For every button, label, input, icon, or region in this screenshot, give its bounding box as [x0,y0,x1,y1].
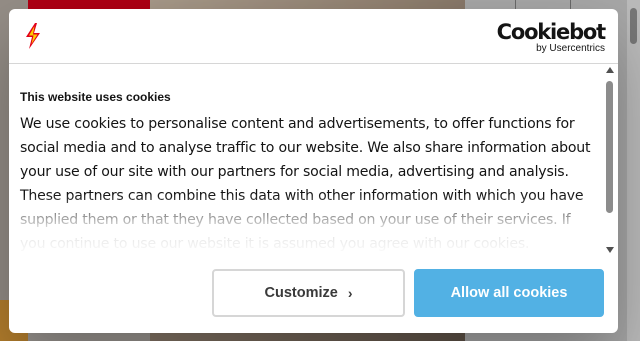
text-fade-overlay [9,194,599,256]
dialog-title: This website uses cookies [20,90,171,104]
cookiebot-logo[interactable]: Cookiebot by Usercentrics [496,20,607,55]
allow-all-button-label: Allow all cookies [450,285,568,301]
dialog-scrollbar[interactable] [605,67,615,253]
dialog-body: This website uses cookies We use cookies… [9,64,618,256]
cookie-consent-dialog: Cookiebot by Usercentrics This website u… [9,9,618,333]
customize-button-label: Customize [264,285,338,301]
allow-all-cookies-button[interactable]: Allow all cookies [414,269,604,317]
dialog-scrollbar-thumb[interactable] [606,81,613,213]
scroll-down-arrow-icon[interactable] [606,247,614,253]
customize-button[interactable]: Customize › [212,269,405,317]
scroll-up-arrow-icon[interactable] [606,67,614,73]
cookiebot-wordmark: Cookiebot [496,20,607,44]
chevron-right-icon: › [347,285,353,301]
dialog-footer: Customize › Allow all cookies [9,257,618,333]
cookiebot-byline: by Usercentrics [536,43,605,54]
lightning-bolt-icon [26,23,40,49]
dialog-header: Cookiebot by Usercentrics [9,9,618,64]
